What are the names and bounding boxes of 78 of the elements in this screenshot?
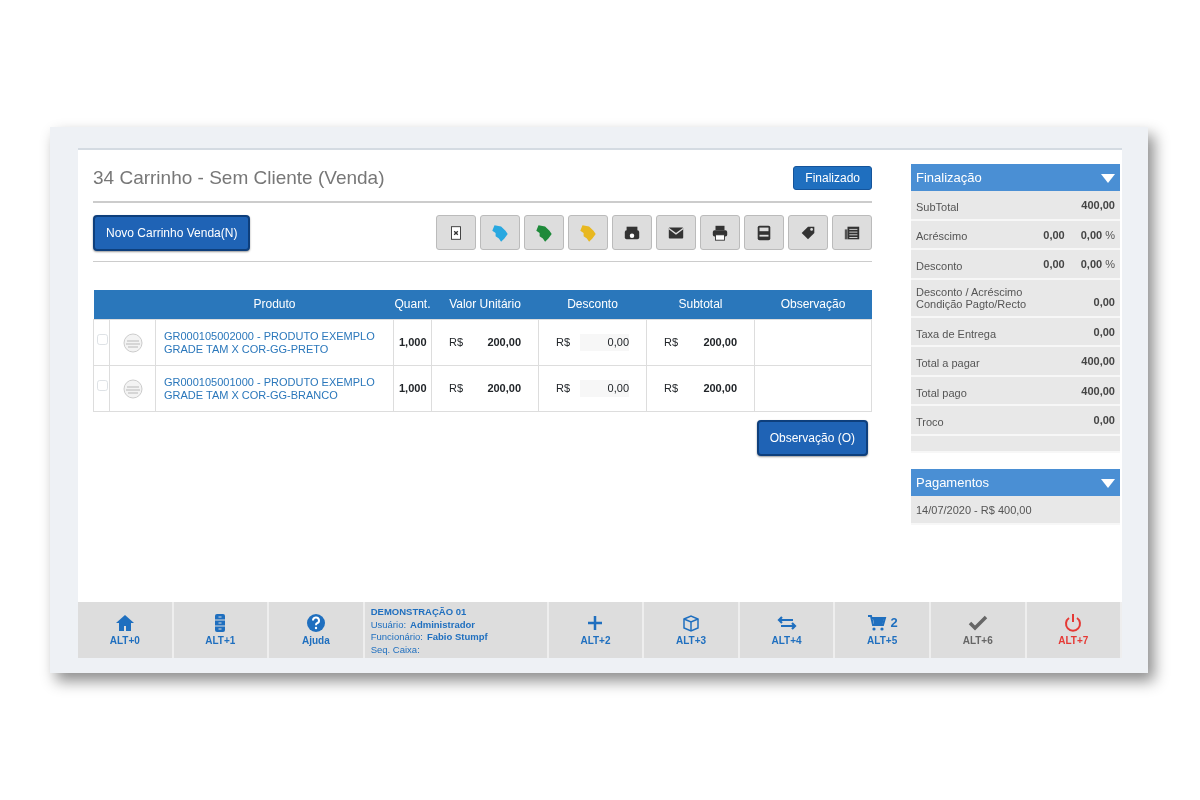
currency-label: R$	[556, 381, 571, 397]
info-value: Administrador	[410, 618, 475, 630]
power-icon	[1063, 612, 1084, 633]
home-icon	[114, 612, 135, 633]
observation-button[interactable]: Observação (O)	[756, 420, 868, 456]
panel-title: Pagamentos	[916, 473, 989, 492]
panel-header[interactable]: Finalização	[911, 164, 1120, 191]
payment-entry: 14/07/2020 - R$ 400,00	[916, 502, 1032, 518]
summary-label: Taxa de Entrega	[916, 327, 997, 341]
shortcut-button[interactable]: ALT+3	[644, 602, 740, 658]
percent-value: 0,00 %	[1080, 257, 1115, 272]
summary-value: 400,00	[1081, 198, 1115, 213]
info-label: Seq. Caixa:	[370, 643, 420, 655]
shortcut-button[interactable]: ALT+2	[548, 602, 645, 658]
toolbar-button[interactable]	[436, 215, 476, 250]
column-header: Produto	[155, 289, 394, 320]
percent-value: 0,00 %	[1080, 227, 1115, 243]
column-header: Quant.	[393, 289, 432, 320]
currency-label: R$	[449, 335, 464, 351]
summary-value: 0,00	[1043, 227, 1065, 243]
column-header: Valor Unitário	[431, 289, 539, 320]
toolbar-button[interactable]	[832, 215, 872, 250]
toolbar-button[interactable]	[744, 215, 784, 250]
row-checkbox[interactable]	[97, 334, 108, 346]
column-header: Subtotal	[646, 289, 755, 320]
status-badge: Finalizado	[793, 166, 872, 191]
printer-icon	[711, 223, 729, 242]
panel-title: Finalização	[916, 168, 982, 187]
company-name: DEMONSTRAÇÃO 01	[370, 606, 468, 619]
box-icon	[681, 612, 702, 633]
currency-label: R$	[664, 335, 679, 351]
shortcut-button[interactable]: ALT+7	[1026, 602, 1123, 658]
info-label: Usuário:	[370, 618, 407, 630]
shortcut-button[interactable]: ALT+4	[739, 602, 836, 658]
info-label: Funcionário:	[370, 631, 423, 642]
summary-value: 0,00	[1093, 324, 1115, 340]
column-header: Desconto	[538, 289, 647, 320]
row-checkbox[interactable]	[97, 380, 108, 392]
money-value: 200,00	[703, 381, 738, 397]
quantity-value: 1,000	[399, 336, 427, 349]
toolbar-button[interactable]	[700, 215, 740, 250]
summary-label: SubTotal	[916, 200, 959, 214]
toolbar-button[interactable]	[656, 215, 696, 250]
summary-label: Total pago	[916, 386, 967, 400]
shortcut-button[interactable]: ALT+1	[173, 602, 270, 658]
summary-value: 400,00	[1081, 354, 1115, 370]
shortcut-button[interactable]: ALT+6	[930, 602, 1027, 658]
toolbar-button[interactable]	[612, 215, 652, 250]
money-value: 0,00	[579, 380, 630, 397]
column-header: Observação	[754, 289, 872, 320]
money-value: 200,00	[487, 335, 522, 351]
shortcut-button[interactable]: Ajuda	[269, 602, 365, 658]
new-cart-button[interactable]: Novo Carrinho Venda(N)	[93, 214, 251, 251]
help-icon	[305, 612, 326, 633]
quantity-value: 1,000	[399, 382, 427, 395]
summary-label: Total a pagar	[916, 357, 980, 370]
summary-label: Acréscimo	[916, 230, 968, 243]
money-value: 0,00	[579, 334, 630, 351]
summary-label: Desconto	[916, 259, 963, 273]
shortcut-button[interactable]: ALT+0	[78, 602, 174, 658]
panel-header[interactable]: Pagamentos	[911, 468, 1120, 496]
money-value: 200,00	[703, 335, 738, 351]
currency-label: R$	[449, 381, 464, 397]
summary-value: 0,00	[1093, 295, 1115, 311]
summary-label: Desconto / Acréscimo Condição Pagto/Recto	[916, 285, 1027, 311]
shortcut-button[interactable]: 2 ALT+5	[835, 602, 931, 658]
currency-label: R$	[556, 335, 571, 351]
cart-icon	[866, 612, 887, 633]
summary-value: 0,00	[1093, 413, 1115, 429]
summary-value: 0,00	[1043, 257, 1065, 272]
summary-value: 400,00	[1081, 383, 1115, 399]
money-value: 200,00	[487, 381, 522, 397]
cart-count: 2	[890, 613, 898, 632]
summary-label: Troco	[916, 416, 944, 429]
info-value: Fabio Stumpf	[426, 631, 488, 642]
toolbar-button[interactable]	[788, 215, 828, 250]
cart-title: 34 Carrinho - Sem Cliente (Venda)	[93, 166, 385, 190]
currency-label: R$	[664, 381, 679, 397]
